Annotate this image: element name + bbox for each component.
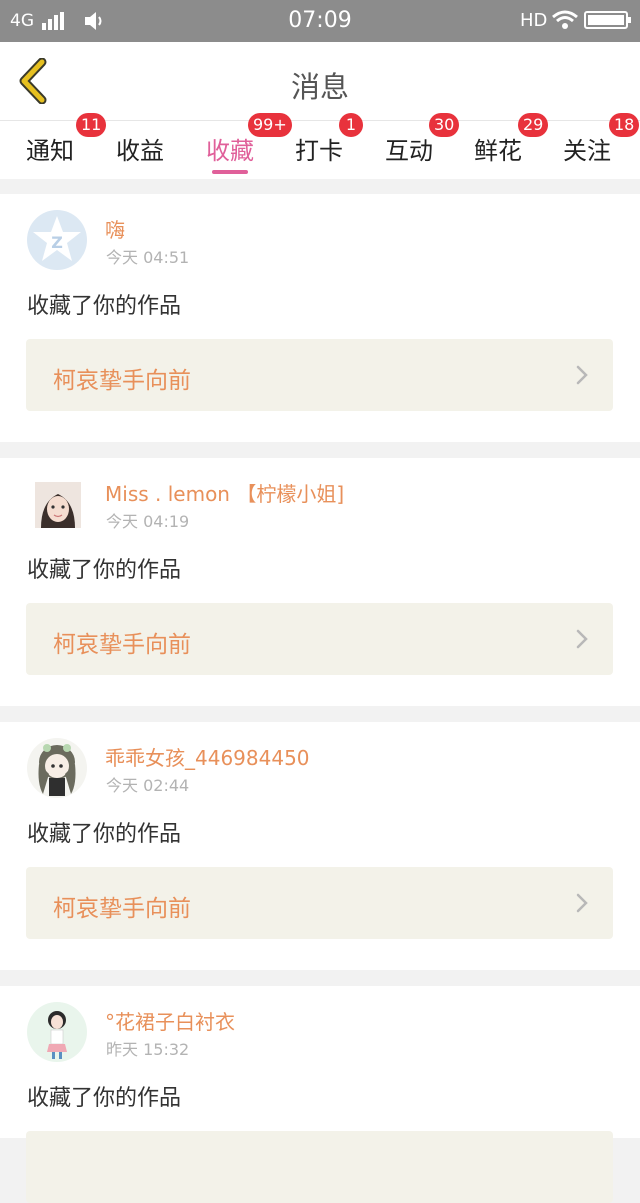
page-title: 消息	[290, 70, 349, 104]
message-text: 收藏了你的作品	[27, 558, 182, 583]
work-link[interactable]: 柯哀挚手向前	[26, 339, 613, 411]
chevron-right-icon	[576, 629, 588, 649]
message-card: Miss . lemon 【柠檬小姐] 今天 04:19 收藏了你的作品 柯哀挚…	[0, 458, 640, 706]
cartoon-girl-avatar-icon	[47, 1011, 67, 1059]
work-title: 柯哀挚手向前	[53, 896, 191, 922]
user-name[interactable]: 乖乖女孩_446984450	[105, 742, 310, 771]
message-card: 乖乖女孩_446984450 今天 02:44 收藏了你的作品 柯哀挚手向前	[0, 722, 640, 970]
tab-label: 关注	[563, 137, 611, 165]
tab-notice[interactable]: 通知 11	[26, 113, 107, 166]
avatar[interactable]: Z	[27, 210, 87, 270]
user-photo-icon	[35, 482, 81, 528]
navigation-bar: 消息	[0, 42, 640, 121]
tab-interaction[interactable]: 互动 30	[385, 113, 460, 166]
work-title: 柯哀挚手向前	[53, 632, 191, 658]
avatar[interactable]	[35, 482, 81, 528]
tab-label: 收益	[116, 137, 164, 165]
tab-badge: 1	[339, 113, 363, 137]
active-tab-indicator	[212, 170, 248, 174]
default-avatar-icon: Z	[33, 216, 81, 261]
tab-badge: 11	[76, 113, 107, 137]
tab-badge: 99+	[248, 113, 292, 137]
chevron-right-icon	[576, 365, 588, 385]
message-card: Z 嗨 今天 04:51 收藏了你的作品 柯哀挚手向前	[0, 194, 640, 442]
tab-checkin[interactable]: 打卡 1	[295, 113, 363, 166]
tab-label: 鲜花	[474, 137, 522, 165]
user-name[interactable]: Miss . lemon 【柠檬小姐]	[105, 478, 344, 507]
message-text: 收藏了你的作品	[27, 822, 182, 847]
message-time: 昨天 15:32	[106, 1040, 190, 1059]
tab-label: 互动	[385, 137, 433, 165]
user-name[interactable]: 嗨	[105, 214, 125, 243]
tab-earnings[interactable]: 收益	[116, 131, 164, 166]
tab-label: 通知	[26, 137, 74, 165]
tab-favorites[interactable]: 收藏 99+	[206, 113, 292, 166]
tab-label: 收藏	[206, 137, 254, 165]
wifi-icon	[552, 10, 578, 29]
svg-text:Z: Z	[51, 233, 63, 252]
avatar[interactable]	[27, 738, 87, 798]
chevron-right-icon	[576, 893, 588, 913]
message-time: 今天 04:19	[106, 512, 190, 531]
status-bar: 4G 07:09 HD	[0, 0, 640, 42]
tab-follow[interactable]: 关注 18	[563, 113, 640, 166]
avatar[interactable]	[27, 1002, 87, 1062]
message-text: 收藏了你的作品	[27, 294, 182, 319]
user-name[interactable]: °花裙子白衬衣	[105, 1006, 235, 1035]
tab-flowers[interactable]: 鲜花 29	[474, 113, 549, 166]
tab-badge: 30	[429, 113, 460, 137]
tab-bar: 通知 11 收益 收藏 99+ 打卡 1 互动 30 鲜花 29 关注 18	[0, 113, 640, 179]
work-title: 柯哀挚手向前	[53, 368, 191, 394]
cartoon-girl-avatar-icon	[38, 744, 76, 796]
message-time: 今天 02:44	[106, 776, 190, 795]
tab-label: 打卡	[295, 137, 343, 165]
work-link[interactable]: 柯哀挚手向前	[26, 867, 613, 939]
message-time: 今天 04:51	[106, 248, 190, 267]
battery-icon	[584, 11, 631, 29]
message-card: °花裙子白衬衣 昨天 15:32 收藏了你的作品	[0, 986, 640, 1203]
tab-badge: 18	[609, 113, 640, 137]
work-link[interactable]	[26, 1131, 613, 1203]
message-text: 收藏了你的作品	[27, 1086, 182, 1111]
hd-indicator: HD	[520, 10, 548, 31]
work-link[interactable]: 柯哀挚手向前	[26, 603, 613, 675]
tab-badge: 29	[518, 113, 549, 137]
